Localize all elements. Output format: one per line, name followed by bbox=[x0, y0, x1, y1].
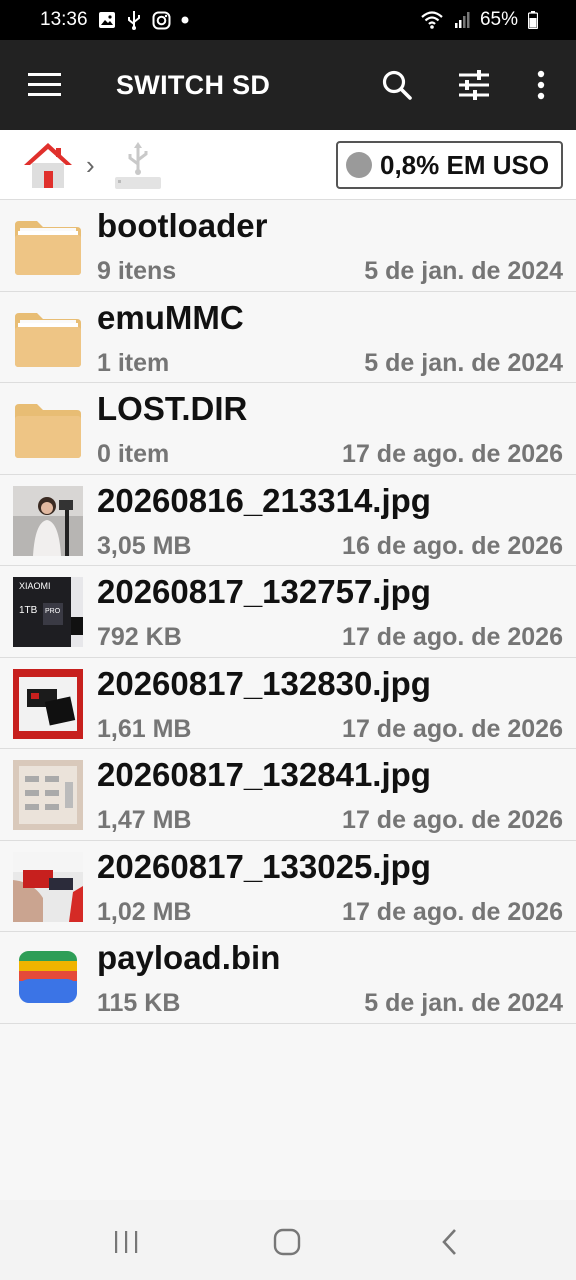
file-date: 5 de jan. de 2024 bbox=[364, 989, 563, 1017]
page-title: SWITCH SD bbox=[116, 70, 271, 100]
file-meta: 3,05 MB bbox=[97, 531, 192, 560]
file-date: 17 de ago. de 2026 bbox=[342, 806, 563, 834]
file-meta: 1,47 MB bbox=[97, 806, 192, 834]
navigation-bar bbox=[0, 1200, 576, 1280]
file-meta: 0 item bbox=[97, 440, 170, 468]
app-bar: SWITCH SD bbox=[0, 40, 576, 130]
svg-text:1TB: 1TB bbox=[19, 605, 38, 616]
file-row[interactable]: 20260816_213314.jpg 3,05 MB 16 de ago. de … bbox=[0, 474, 576, 566]
gallery-icon bbox=[98, 11, 116, 29]
file-meta: 1,61 MB bbox=[97, 714, 192, 743]
back-icon bbox=[442, 1229, 456, 1255]
breadcrumb: › 0,8% EM USO bbox=[0, 130, 576, 200]
notification-dot-icon bbox=[181, 16, 189, 24]
file-name: 20260817_132757.jpg bbox=[97, 573, 431, 610]
image-thumbnail bbox=[13, 485, 83, 556]
file-row[interactable]: 20260817_132841.jpg 1,47 MB 17 de ago. de … bbox=[0, 749, 576, 841]
usb-status-icon bbox=[126, 10, 142, 30]
file-name: payload.bin bbox=[97, 939, 281, 976]
image-thumbnail bbox=[13, 668, 83, 739]
menu-button[interactable] bbox=[28, 70, 62, 100]
more-vert-icon bbox=[537, 70, 545, 100]
back-button[interactable] bbox=[430, 1222, 470, 1262]
usb-storage-icon[interactable] bbox=[112, 140, 164, 197]
file-meta: 1,02 MB bbox=[97, 897, 192, 926]
home-button[interactable] bbox=[267, 1222, 307, 1262]
status-bar: 13:36 65% bbox=[0, 0, 576, 40]
instagram-icon bbox=[152, 11, 171, 30]
image-thumbnail bbox=[13, 760, 83, 830]
recents-icon bbox=[115, 1231, 138, 1253]
file-date: 17 de ago. de 2026 bbox=[342, 897, 563, 926]
file-meta: 115 KB bbox=[97, 989, 181, 1017]
file-date: 17 de ago. de 2026 bbox=[342, 623, 563, 651]
file-name: bootloader bbox=[97, 207, 268, 244]
file-date: 17 de ago. de 2026 bbox=[342, 714, 563, 743]
file-date: 5 de jan. de 2024 bbox=[364, 257, 563, 285]
folder-icon bbox=[13, 394, 83, 464]
file-name: LOST.DIR bbox=[97, 390, 248, 427]
file-row[interactable]: 20260817_132830.jpg 1,61 MB 17 de ago. de … bbox=[0, 657, 576, 749]
file-list: bootloader 9 itens 5 de jan. de 2024 emuMMC… bbox=[0, 200, 576, 1024]
recent-apps-button[interactable] bbox=[106, 1222, 146, 1262]
file-date: 5 de jan. de 2024 bbox=[364, 348, 563, 377]
folder-icon bbox=[13, 211, 83, 281]
image-thumbnail bbox=[13, 851, 83, 922]
hamburger-icon bbox=[28, 73, 61, 96]
home-icon[interactable] bbox=[22, 140, 74, 195]
file-date: 17 de ago. de 2026 bbox=[342, 440, 563, 468]
file-row[interactable]: 20260817_133025.jpg 1,02 MB 17 de ago. de … bbox=[0, 840, 576, 932]
file-row[interactable]: payload.bin 115 KB 5 de jan. de 2024 bbox=[0, 932, 576, 1024]
file-date: 16 de ago. de 2026 bbox=[342, 531, 563, 560]
file-meta: 792 KB bbox=[97, 623, 182, 651]
clock: 13:36 bbox=[40, 9, 88, 30]
battery-percent: 65% bbox=[479, 9, 518, 30]
battery-icon bbox=[528, 11, 538, 29]
file-name: emuMMC bbox=[97, 298, 244, 336]
storage-usage-badge[interactable]: 0,8% EM USO bbox=[336, 141, 563, 189]
sliders-icon bbox=[459, 70, 489, 100]
filter-button[interactable] bbox=[455, 66, 493, 104]
chevron-right-icon: › bbox=[86, 150, 95, 180]
more-options-button[interactable] bbox=[522, 66, 560, 104]
file-row[interactable]: emuMMC 1 item 5 de jan. de 2024 bbox=[0, 291, 576, 383]
file-meta: 1 item bbox=[97, 348, 170, 377]
folder-icon bbox=[13, 303, 83, 373]
file-name: 20260817_132841.jpg bbox=[97, 756, 431, 793]
wallet-app-icon bbox=[13, 943, 83, 1013]
usage-circle-icon bbox=[346, 152, 372, 178]
usage-label: 0,8% EM USO bbox=[380, 149, 550, 180]
file-row[interactable]: bootloader 9 itens 5 de jan. de 2024 bbox=[0, 200, 576, 292]
image-thumbnail: XIAOMI 1TB PRO bbox=[13, 577, 83, 647]
search-button[interactable] bbox=[378, 66, 416, 104]
file-row[interactable]: XIAOMI 1TB PRO 20260817_132757.jpg 792 KB 17 … bbox=[0, 566, 576, 658]
signal-icon bbox=[454, 11, 470, 29]
file-name: 20260817_133025.jpg bbox=[97, 847, 431, 885]
search-icon bbox=[382, 70, 412, 100]
svg-text:XIAOMI: XIAOMI bbox=[19, 581, 51, 591]
wifi-icon bbox=[420, 10, 444, 30]
home-nav-icon bbox=[273, 1228, 301, 1256]
svg-text:PRO: PRO bbox=[45, 608, 61, 615]
file-meta: 9 itens bbox=[97, 257, 177, 285]
file-name: 20260817_132830.jpg bbox=[97, 664, 431, 702]
file-name: 20260816_213314.jpg bbox=[97, 481, 431, 519]
file-row[interactable]: LOST.DIR 0 item 17 de ago. de 2026 bbox=[0, 383, 576, 475]
